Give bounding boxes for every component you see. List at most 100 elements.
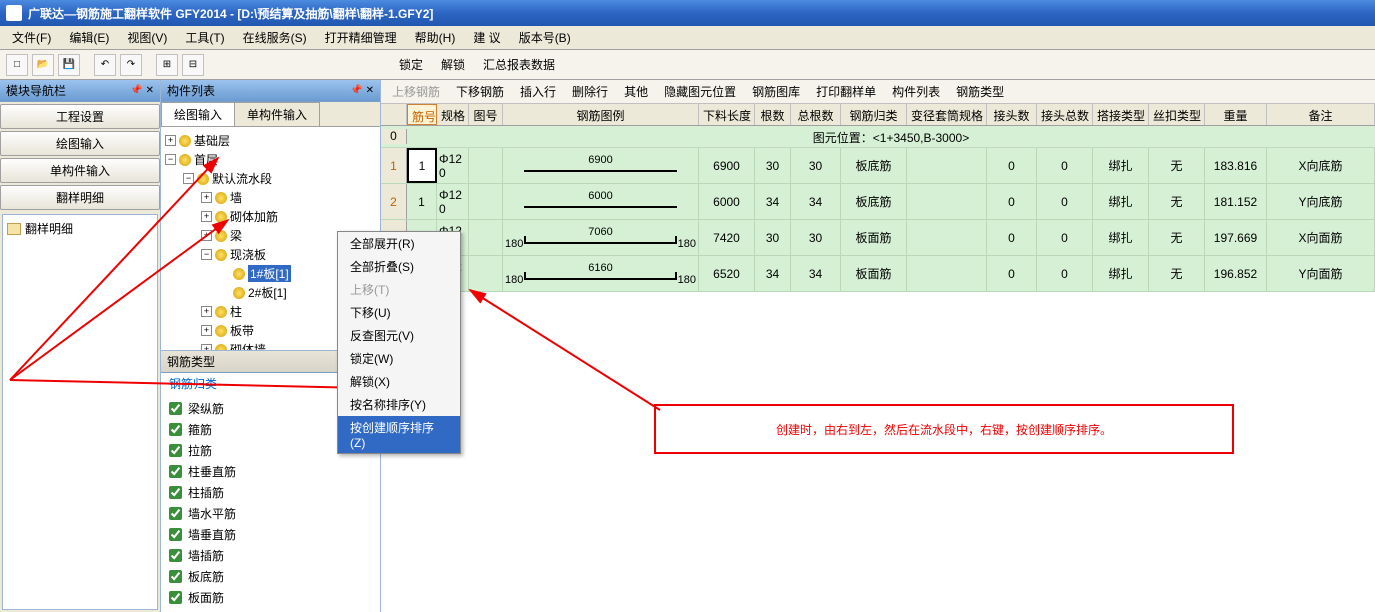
- action-button[interactable]: 构件列表: [885, 80, 947, 103]
- pin-icon[interactable]: 📌 ✕: [130, 85, 154, 96]
- table-row[interactable]: 21Φ12 0600060003434板底筋00绑扎无181.152Y向底筋: [381, 184, 1375, 220]
- cell[interactable]: X向面筋: [1267, 220, 1375, 255]
- action-button[interactable]: 删除行: [565, 80, 615, 103]
- expand-icon[interactable]: +: [201, 344, 212, 350]
- cell[interactable]: 7420: [699, 220, 755, 255]
- tab-draw-input[interactable]: 绘图输入: [161, 102, 235, 126]
- cell[interactable]: 绑扎: [1093, 184, 1149, 219]
- context-menu-item[interactable]: 按创建顺序排序(Z): [338, 416, 460, 453]
- expand-icon[interactable]: +: [201, 325, 212, 336]
- menu-item[interactable]: 打开精细管理: [317, 27, 405, 48]
- column-header[interactable]: 钢筋图例: [503, 104, 699, 125]
- expand-icon[interactable]: +: [201, 306, 212, 317]
- column-header[interactable]: 根数: [755, 104, 791, 125]
- cell[interactable]: 无: [1149, 184, 1205, 219]
- cell[interactable]: 34: [755, 184, 791, 219]
- cell[interactable]: 无: [1149, 148, 1205, 183]
- expand-icon[interactable]: +: [201, 211, 212, 222]
- cell[interactable]: [469, 220, 503, 255]
- toolbar-unlock[interactable]: 解锁: [434, 53, 472, 76]
- cell[interactable]: 6900: [503, 148, 699, 183]
- cell[interactable]: 34: [791, 256, 841, 291]
- cell[interactable]: Φ12 0: [437, 184, 469, 219]
- cell[interactable]: [907, 184, 987, 219]
- table-row[interactable]: 31Φ12 0706018018074203030板面筋00绑扎无197.669…: [381, 220, 1375, 256]
- cell[interactable]: 0: [1037, 184, 1093, 219]
- column-header[interactable]: 接头总数: [1037, 104, 1093, 125]
- action-button[interactable]: 插入行: [513, 80, 563, 103]
- cell[interactable]: 30: [755, 220, 791, 255]
- menu-item[interactable]: 文件(F): [4, 27, 59, 48]
- cell[interactable]: 196.852: [1205, 256, 1267, 291]
- cell[interactable]: Y向底筋: [1267, 184, 1375, 219]
- table-row[interactable]: 11Φ12 0690069003030板底筋00绑扎无183.816X向底筋: [381, 148, 1375, 184]
- tab-single-input[interactable]: 单构件输入: [234, 102, 320, 126]
- cell[interactable]: [907, 220, 987, 255]
- cell[interactable]: 6900: [699, 148, 755, 183]
- collapse-icon[interactable]: −: [165, 154, 176, 165]
- context-menu-item[interactable]: 全部折叠(S): [338, 255, 460, 278]
- cell[interactable]: 0: [1037, 256, 1093, 291]
- menu-item[interactable]: 建 议: [465, 27, 508, 48]
- column-header[interactable]: 丝扣类型: [1149, 104, 1205, 125]
- context-menu-item[interactable]: 锁定(W): [338, 347, 460, 370]
- checkbox[interactable]: [169, 591, 182, 604]
- checkbox[interactable]: [169, 528, 182, 541]
- column-header[interactable]: 重量: [1205, 104, 1267, 125]
- check-item[interactable]: 板面筋: [169, 587, 372, 608]
- collapse-icon[interactable]: −: [201, 249, 212, 260]
- check-item[interactable]: 墙插筋: [169, 545, 372, 566]
- column-header[interactable]: 变径套筒规格: [907, 104, 987, 125]
- context-menu-item[interactable]: 解锁(X): [338, 370, 460, 393]
- cell[interactable]: [469, 148, 503, 183]
- tool-save-icon[interactable]: 💾: [58, 54, 80, 76]
- menu-item[interactable]: 帮助(H): [407, 27, 464, 48]
- column-header[interactable]: 钢筋归类: [841, 104, 907, 125]
- column-header[interactable]: 图号: [469, 104, 503, 125]
- action-button[interactable]: 上移钢筋: [385, 80, 447, 103]
- column-header[interactable]: 总根数: [791, 104, 841, 125]
- check-item[interactable]: 墙垂直筋: [169, 524, 372, 545]
- check-item[interactable]: 柱插筋: [169, 482, 372, 503]
- cell[interactable]: 1: [407, 148, 437, 183]
- cell[interactable]: 34: [791, 184, 841, 219]
- cell[interactable]: 板底筋: [841, 148, 907, 183]
- checkbox[interactable]: [169, 507, 182, 520]
- tree-item-fanyang[interactable]: 翻样明细: [7, 219, 153, 238]
- cell[interactable]: 板面筋: [841, 220, 907, 255]
- cell[interactable]: 6000: [699, 184, 755, 219]
- action-button[interactable]: 钢筋类型: [949, 80, 1011, 103]
- cell[interactable]: [469, 256, 503, 291]
- checkbox[interactable]: [169, 444, 182, 457]
- cell[interactable]: 无: [1149, 220, 1205, 255]
- cell[interactable]: 2: [381, 184, 407, 219]
- expand-icon[interactable]: +: [201, 230, 212, 241]
- cell[interactable]: 6520: [699, 256, 755, 291]
- cell[interactable]: [469, 184, 503, 219]
- action-button[interactable]: 打印翻样单: [809, 80, 883, 103]
- tool-open-icon[interactable]: 📂: [32, 54, 54, 76]
- cell[interactable]: 0: [987, 184, 1037, 219]
- action-button[interactable]: 钢筋图库: [745, 80, 807, 103]
- checkbox[interactable]: [169, 486, 182, 499]
- check-item[interactable]: 板底筋: [169, 566, 372, 587]
- expand-icon[interactable]: +: [165, 135, 176, 146]
- cell[interactable]: 板底筋: [841, 184, 907, 219]
- table-row[interactable]: 41Φ12 0616018018065203434板面筋00绑扎无196.852…: [381, 256, 1375, 292]
- cell[interactable]: 183.816: [1205, 148, 1267, 183]
- grid-body[interactable]: 0 图元位置：<1+3450,B-3000> 11Φ12 06900690030…: [381, 126, 1375, 612]
- column-header[interactable]: 规格: [437, 104, 469, 125]
- tool-undo-icon[interactable]: ↶: [94, 54, 116, 76]
- cell[interactable]: X向底筋: [1267, 148, 1375, 183]
- context-menu[interactable]: 全部展开(R)全部折叠(S)上移(T)下移(U)反查图元(V)锁定(W)解锁(X…: [337, 231, 461, 454]
- action-button[interactable]: 隐藏图元位置: [657, 80, 743, 103]
- cell[interactable]: 6000: [503, 184, 699, 219]
- nav-button[interactable]: 工程设置: [0, 104, 160, 129]
- tool-a-icon[interactable]: ⊞: [156, 54, 178, 76]
- cell[interactable]: 0: [1037, 220, 1093, 255]
- context-menu-item[interactable]: 全部展开(R): [338, 232, 460, 255]
- checkbox[interactable]: [169, 465, 182, 478]
- nav-button[interactable]: 单构件输入: [0, 158, 160, 183]
- menu-item[interactable]: 在线服务(S): [235, 27, 315, 48]
- tool-b-icon[interactable]: ⊟: [182, 54, 204, 76]
